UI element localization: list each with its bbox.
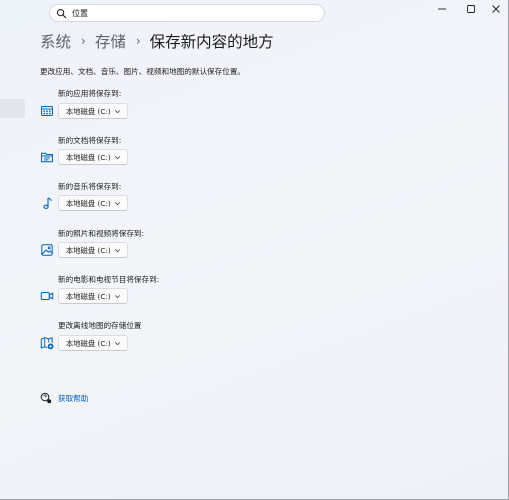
minimize-icon <box>438 8 446 10</box>
chevron-down-icon <box>115 202 120 206</box>
minimize-button[interactable] <box>429 2 455 16</box>
chevron-down-icon <box>115 295 120 299</box>
offline-maps-label: 更改离线地图的存储位置 <box>58 321 142 330</box>
get-help-label[interactable]: 获取帮助 <box>58 393 88 404</box>
search-icon <box>56 8 67 19</box>
breadcrumb-system[interactable]: 系统 <box>40 30 71 52</box>
documents-drive-dropdown[interactable]: 本地磁盘 (C:) <box>58 149 128 165</box>
settings-window: 位置 系统 › 存储 › 保存新内容的地方 更改应用、文档、音乐、图片、视频和地… <box>0 0 509 500</box>
help-chat-icon <box>40 392 52 404</box>
dropdown-value: 本地磁盘 (C:) <box>66 246 111 255</box>
search-input[interactable]: 位置 <box>72 8 88 19</box>
chevron-down-icon <box>115 249 120 253</box>
dropdown-value: 本地磁盘 (C:) <box>66 107 111 116</box>
music-drive-dropdown[interactable]: 本地磁盘 (C:) <box>58 195 128 211</box>
get-help-link[interactable]: 获取帮助 <box>40 392 88 404</box>
maps-drive-dropdown[interactable]: 本地磁盘 (C:) <box>58 335 128 351</box>
photos-save-label: 新的照片和视频将保存到: <box>58 229 145 238</box>
photos-drive-dropdown[interactable]: 本地磁盘 (C:) <box>58 242 128 258</box>
maximize-icon <box>467 5 475 13</box>
dropdown-value: 本地磁盘 (C:) <box>66 292 111 301</box>
breadcrumb-separator: › <box>81 34 86 48</box>
sidebar-selected-item[interactable] <box>0 99 25 118</box>
breadcrumb: 系统 › 存储 › 保存新内容的地方 <box>40 30 274 52</box>
app-window-icon <box>41 106 53 116</box>
chevron-down-icon <box>115 110 120 114</box>
documents-save-label: 新的文档将保存到: <box>58 136 122 145</box>
movies-drive-dropdown[interactable]: 本地磁盘 (C:) <box>58 288 128 304</box>
dropdown-value: 本地磁盘 (C:) <box>66 199 111 208</box>
map-location-icon <box>40 337 54 350</box>
chevron-down-icon <box>115 342 120 346</box>
apps-drive-dropdown[interactable]: 本地磁盘 (C:) <box>58 103 128 119</box>
chevron-down-icon <box>115 156 120 160</box>
music-save-label: 新的音乐将保存到: <box>58 182 122 191</box>
photo-icon <box>41 244 53 256</box>
page-description: 更改应用、文档、音乐、图片、视频和地图的默认保存位置。 <box>40 67 246 76</box>
music-note-icon <box>43 197 52 209</box>
folder-document-icon <box>41 152 53 163</box>
dropdown-value: 本地磁盘 (C:) <box>66 339 111 348</box>
breadcrumb-separator: › <box>135 34 141 48</box>
apps-save-label: 新的应用将保存到: <box>58 89 122 98</box>
page-title: 保存新内容的地方 <box>149 33 274 51</box>
close-icon <box>492 5 500 13</box>
close-button[interactable] <box>483 2 509 16</box>
video-camera-icon <box>40 292 54 300</box>
dropdown-value: 本地磁盘 (C:) <box>66 153 111 162</box>
search-box[interactable]: 位置 <box>49 4 325 22</box>
movies-save-label: 新的电影和电视节目将保存到: <box>58 275 160 284</box>
maximize-button[interactable] <box>458 2 484 16</box>
breadcrumb-storage[interactable]: 存储 <box>95 30 126 52</box>
